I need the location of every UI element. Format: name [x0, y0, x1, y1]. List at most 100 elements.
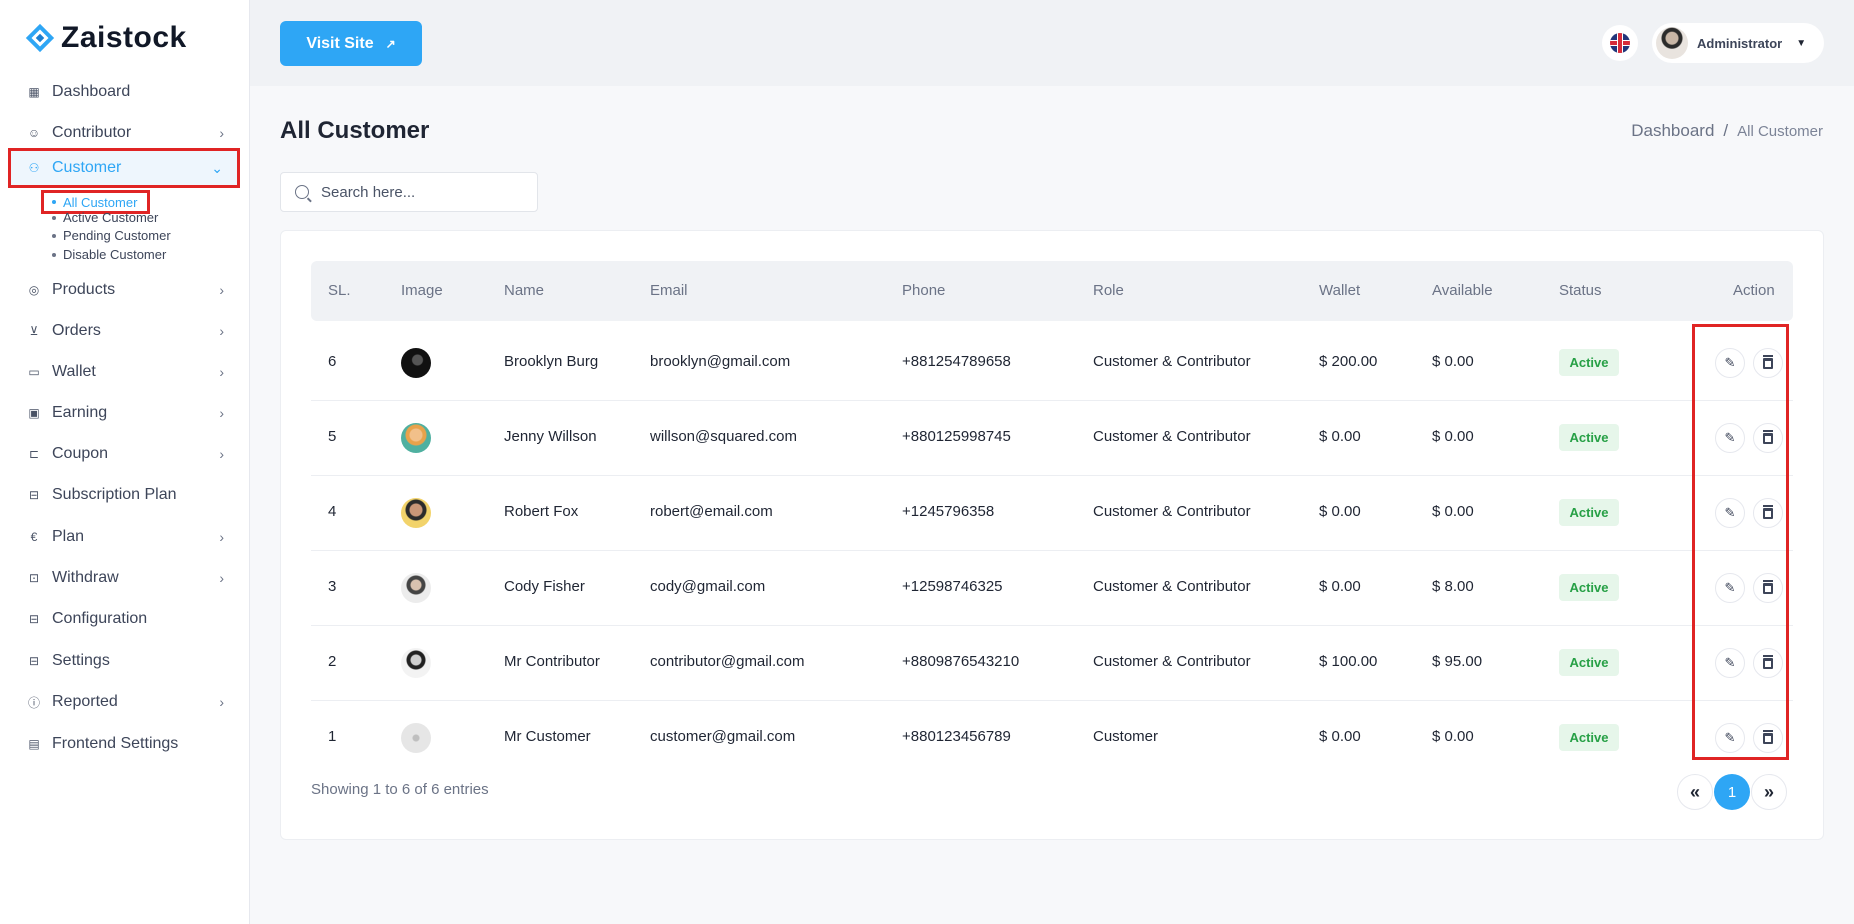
breadcrumb-home[interactable]: Dashboard [1631, 121, 1714, 141]
sidebar-item-settings[interactable]: ⊟ Settings [10, 643, 238, 679]
customer-table-card: SL. Image Name Email Phone Role Wallet A… [280, 230, 1824, 840]
sidebar-item-label: Orders [52, 322, 101, 339]
search-box[interactable] [280, 172, 538, 212]
sidebar-item-products[interactable]: ◎ Products › [10, 272, 238, 308]
sidebar-sub-label: All Customer [63, 194, 138, 210]
sidebar-item-label: Earning [52, 404, 108, 421]
delete-button[interactable] [1753, 348, 1783, 378]
sidebar-item-earning[interactable]: ▣ Earning › [10, 395, 238, 431]
cell-sl: 2 [328, 653, 337, 670]
sidebar-item-label: Wallet [52, 363, 96, 380]
delete-button[interactable] [1753, 498, 1783, 528]
sidebar-sub-disable-customer[interactable]: Disable Customer [52, 247, 166, 262]
user-menu[interactable]: Administrator ▼ [1652, 23, 1824, 63]
sidebar-item-label: Plan [52, 528, 85, 545]
chevron-right-icon: › [219, 694, 224, 710]
chevron-right-icon: › [219, 282, 224, 298]
cell-name: Brooklyn Burg [504, 353, 599, 370]
dashboard-icon: ▦ [28, 85, 40, 99]
sidebar-item-coupon[interactable]: ⊏ Coupon › [10, 436, 238, 472]
sidebar-item-reported[interactable]: ⓘ Reported › [10, 684, 238, 720]
edit-button[interactable]: ✎ [1715, 648, 1745, 678]
cell-email: robert@email.com [650, 503, 773, 520]
cell-name: Jenny Willson [504, 428, 597, 445]
col-wallet: Wallet [1319, 282, 1361, 299]
brand-logo[interactable]: Zaistock [25, 20, 187, 56]
double-chevron-right-icon: » [1763, 781, 1774, 802]
sidebar-item-contributor[interactable]: ☺ Contributor › [10, 115, 238, 151]
sidebar-item-configuration[interactable]: ⊟ Configuration [10, 601, 238, 637]
table-row: 3 Cody Fisher cody@gmail.com +1259874632… [311, 551, 1793, 626]
cell-email: customer@gmail.com [650, 728, 796, 745]
page-button-current[interactable]: 1 [1714, 774, 1750, 810]
sidebar-item-orders[interactable]: ⊻ Orders › [10, 313, 238, 349]
cell-email: cody@gmail.com [650, 578, 766, 595]
cell-available: $ 0.00 [1432, 353, 1474, 370]
edit-button[interactable]: ✎ [1715, 573, 1745, 603]
sidebar-item-frontend-settings[interactable]: ▤ Frontend Settings [10, 726, 238, 762]
sidebar-sub-pending-customer[interactable]: Pending Customer [52, 228, 171, 243]
sidebar-item-plan[interactable]: € Plan › [10, 519, 238, 555]
customer-avatar [401, 348, 431, 378]
visit-site-button[interactable]: Visit Site ↗ [280, 21, 422, 66]
cell-role: Customer & Contributor [1093, 653, 1251, 670]
cell-name: Mr Contributor [504, 653, 600, 670]
double-chevron-left-icon: « [1689, 781, 1700, 802]
delete-button[interactable] [1753, 648, 1783, 678]
external-link-icon: ↗ [385, 36, 396, 51]
col-image: Image [401, 282, 443, 299]
language-selector[interactable] [1602, 25, 1638, 61]
cell-available: $ 0.00 [1432, 728, 1474, 745]
trash-icon [1763, 579, 1773, 594]
sidebar-sub-label: Disable Customer [63, 247, 167, 262]
customer-avatar [401, 498, 431, 528]
table-header: SL. Image Name Email Phone Role Wallet A… [311, 261, 1793, 321]
sidebar-item-customer[interactable]: ⚇ Customer ⌄ [8, 148, 240, 188]
table-row: 6 Brooklyn Burg brooklyn@gmail.com +8812… [311, 326, 1793, 401]
sidebar-sub-active-customer[interactable]: Active Customer [52, 210, 158, 225]
sidebar-item-label: Products [52, 281, 116, 298]
cell-role: Customer & Contributor [1093, 353, 1251, 370]
cell-wallet: $ 200.00 [1319, 353, 1378, 370]
col-phone: Phone [902, 282, 946, 299]
sidebar-item-dashboard[interactable]: ▦ Dashboard [10, 74, 238, 110]
cell-phone: +881254789658 [902, 353, 1011, 370]
pencil-icon: ✎ [1724, 580, 1736, 595]
breadcrumb-current: All Customer [1737, 122, 1823, 140]
chevron-right-icon: › [219, 446, 224, 462]
logo-icon [25, 23, 55, 53]
brand-name: Zaistock [61, 21, 187, 54]
trash-icon [1763, 354, 1773, 369]
customer-avatar [401, 723, 431, 753]
breadcrumb-separator: / [1723, 121, 1729, 140]
delete-button[interactable] [1753, 423, 1783, 453]
next-page-button[interactable]: » [1751, 774, 1787, 810]
sidebar-item-label: Subscription Plan [52, 486, 177, 503]
cell-wallet: $ 0.00 [1319, 503, 1361, 520]
sidebar-item-wallet[interactable]: ▭ Wallet › [10, 354, 238, 390]
delete-button[interactable] [1753, 723, 1783, 753]
status-badge: Active [1559, 724, 1619, 751]
edit-button[interactable]: ✎ [1715, 348, 1745, 378]
bullet-icon [52, 252, 56, 257]
cell-email: brooklyn@gmail.com [650, 353, 791, 370]
sidebar-item-subscription-plan[interactable]: ⊟ Subscription Plan [10, 477, 238, 513]
cell-available: $ 8.00 [1432, 578, 1474, 595]
edit-button[interactable]: ✎ [1715, 498, 1745, 528]
frontend-settings-icon: ▤ [28, 737, 40, 751]
edit-button[interactable]: ✎ [1715, 723, 1745, 753]
caret-down-icon: ▼ [1796, 37, 1807, 49]
pencil-icon: ✎ [1724, 505, 1736, 520]
cell-wallet: $ 0.00 [1319, 428, 1361, 445]
coupon-icon: ⊏ [28, 447, 40, 461]
configuration-icon: ⊟ [28, 612, 40, 626]
col-action: Action [1733, 282, 1775, 299]
prev-page-button[interactable]: « [1677, 774, 1713, 810]
edit-button[interactable]: ✎ [1715, 423, 1745, 453]
delete-button[interactable] [1753, 573, 1783, 603]
status-badge: Active [1559, 649, 1619, 676]
search-input[interactable] [321, 183, 521, 201]
sidebar-item-withdraw[interactable]: ⊡ Withdraw › [10, 560, 238, 596]
pencil-icon: ✎ [1724, 730, 1736, 745]
cell-role: Customer & Contributor [1093, 578, 1251, 595]
